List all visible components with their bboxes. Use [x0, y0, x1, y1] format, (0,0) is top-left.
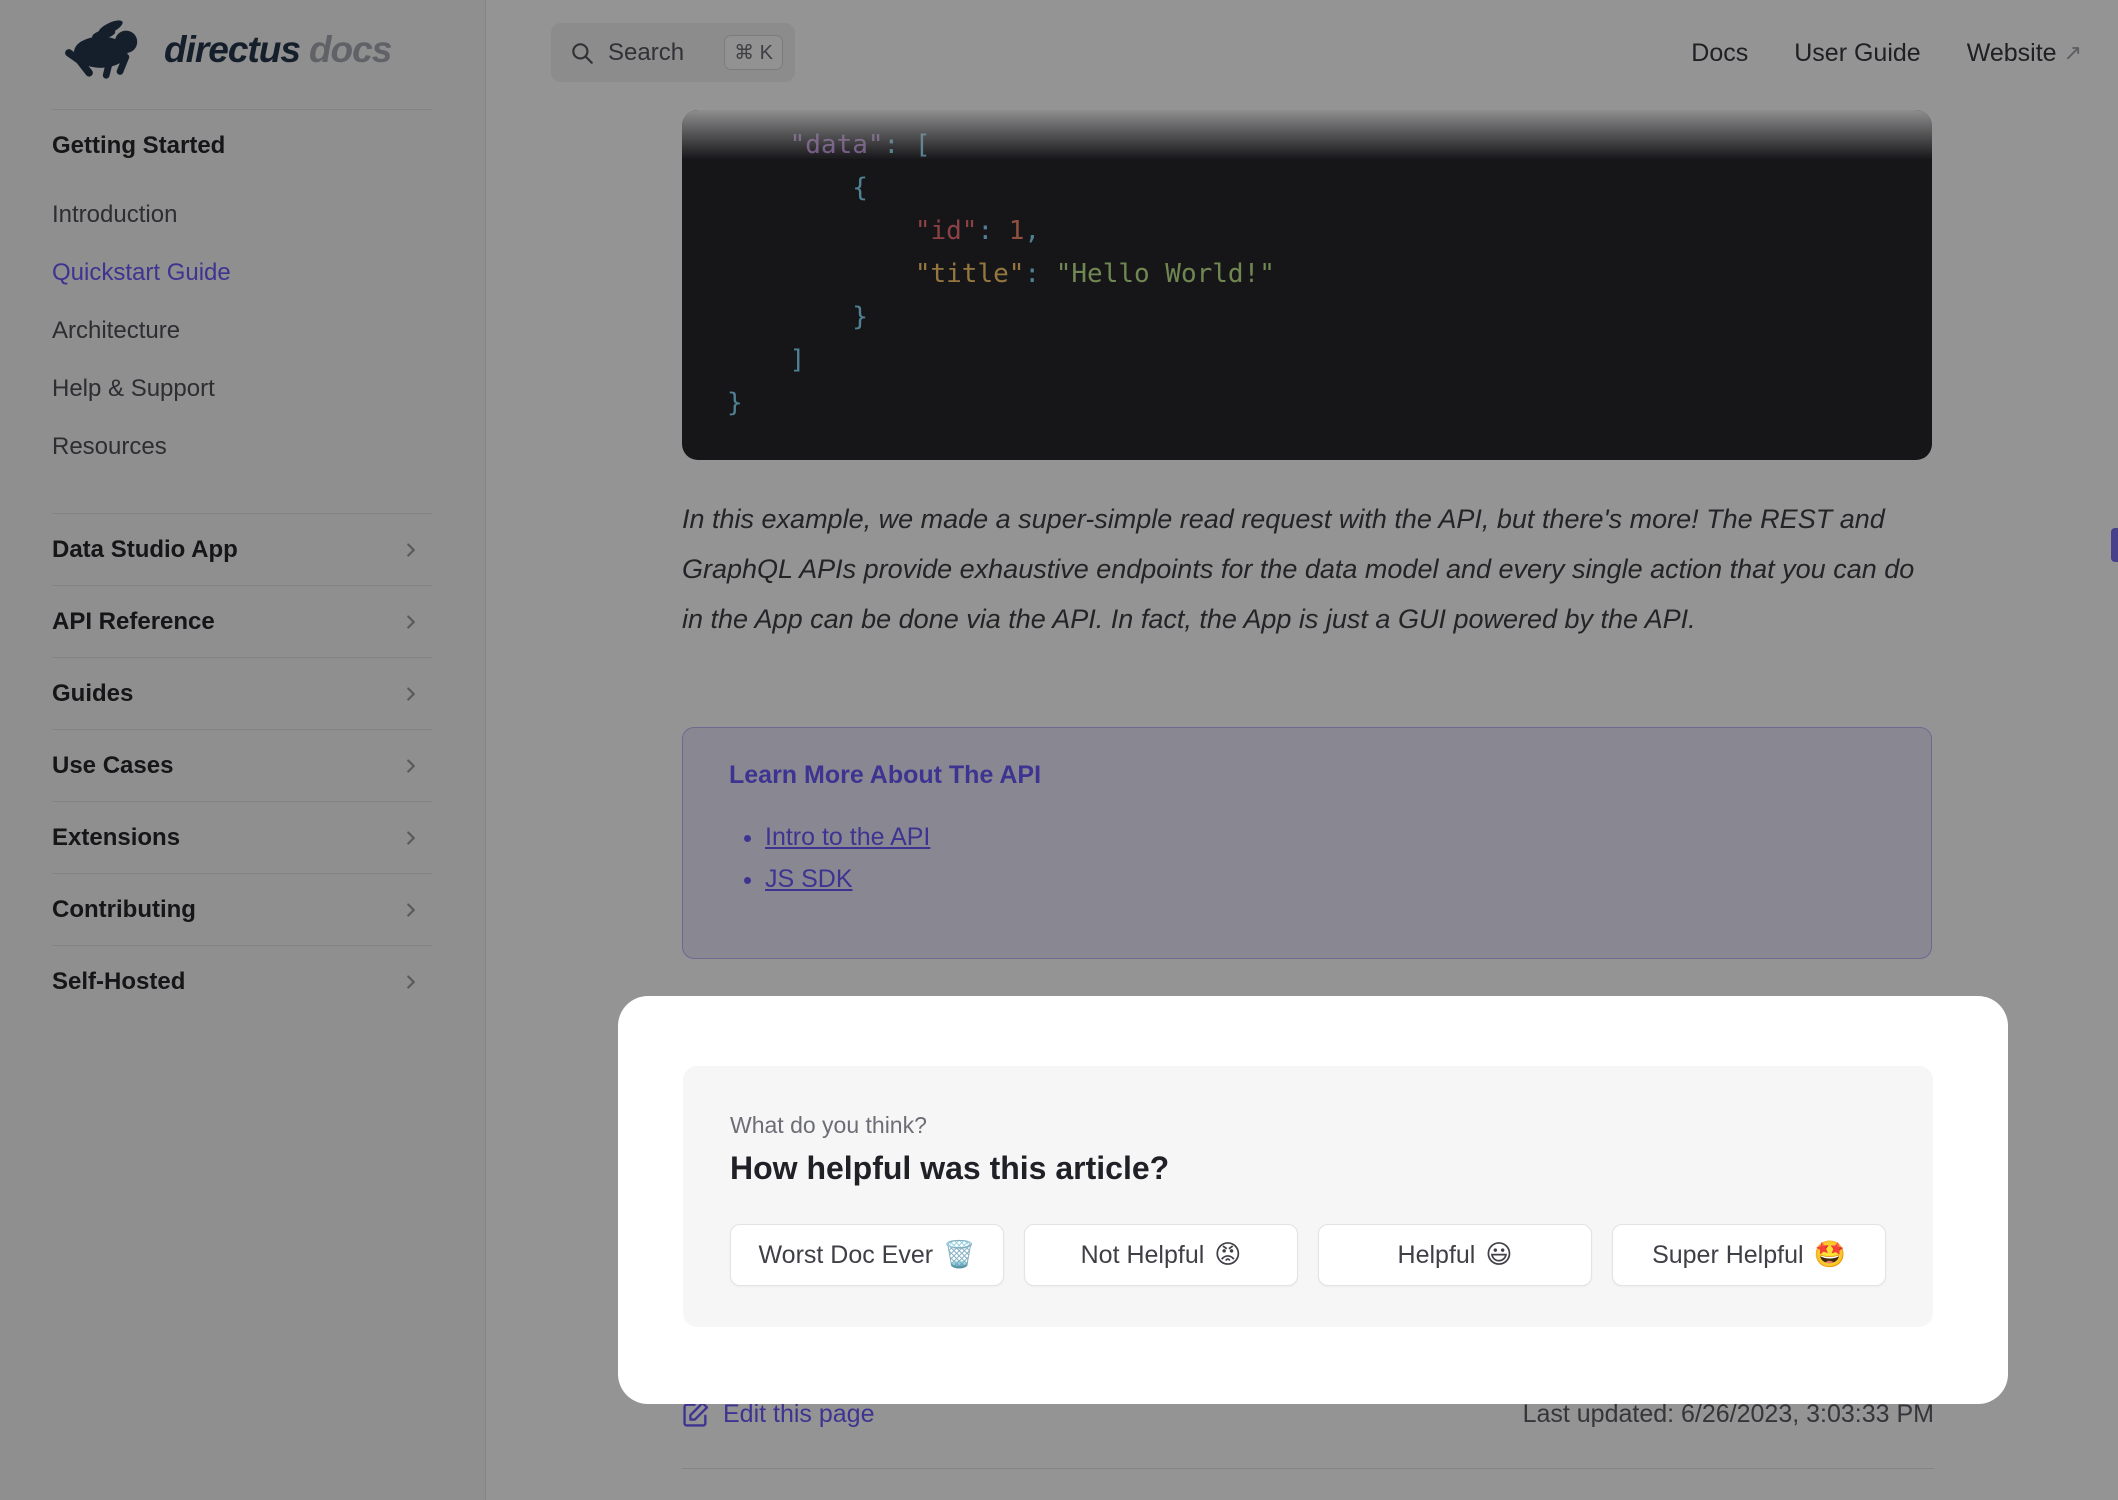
feedback-buttons: Worst Doc Ever 🗑️ Not Helpful 😡 Helpful … [730, 1224, 1886, 1286]
helpful-button[interactable]: Helpful 😃 [1318, 1224, 1592, 1286]
docs-page: directus docs Getting Started Introductio… [0, 0, 2118, 1500]
feedback-heading: How helpful was this article? [730, 1150, 1170, 1186]
button-label: Not Helpful [1080, 1240, 1205, 1269]
worst-doc-ever-button[interactable]: Worst Doc Ever 🗑️ [730, 1224, 1004, 1286]
feedback-card: What do you think? How helpful was this … [683, 1066, 1933, 1327]
feedback-kicker: What do you think? [730, 1112, 927, 1138]
star-struck-emoji-icon: 🤩 [1813, 1240, 1846, 1270]
button-label: Super Helpful [1652, 1240, 1804, 1269]
button-label: Helpful [1397, 1240, 1476, 1269]
not-helpful-button[interactable]: Not Helpful 😡 [1024, 1224, 1298, 1286]
feedback-spotlight: What do you think? How helpful was this … [618, 996, 2008, 1404]
wastebasket-emoji-icon: 🗑️ [943, 1240, 976, 1270]
angry-face-emoji-icon: 😡 [1214, 1240, 1242, 1270]
super-helpful-button[interactable]: Super Helpful 🤩 [1612, 1224, 1886, 1286]
smiley-face-emoji-icon: 😃 [1485, 1240, 1513, 1270]
button-label: Worst Doc Ever [758, 1240, 934, 1269]
